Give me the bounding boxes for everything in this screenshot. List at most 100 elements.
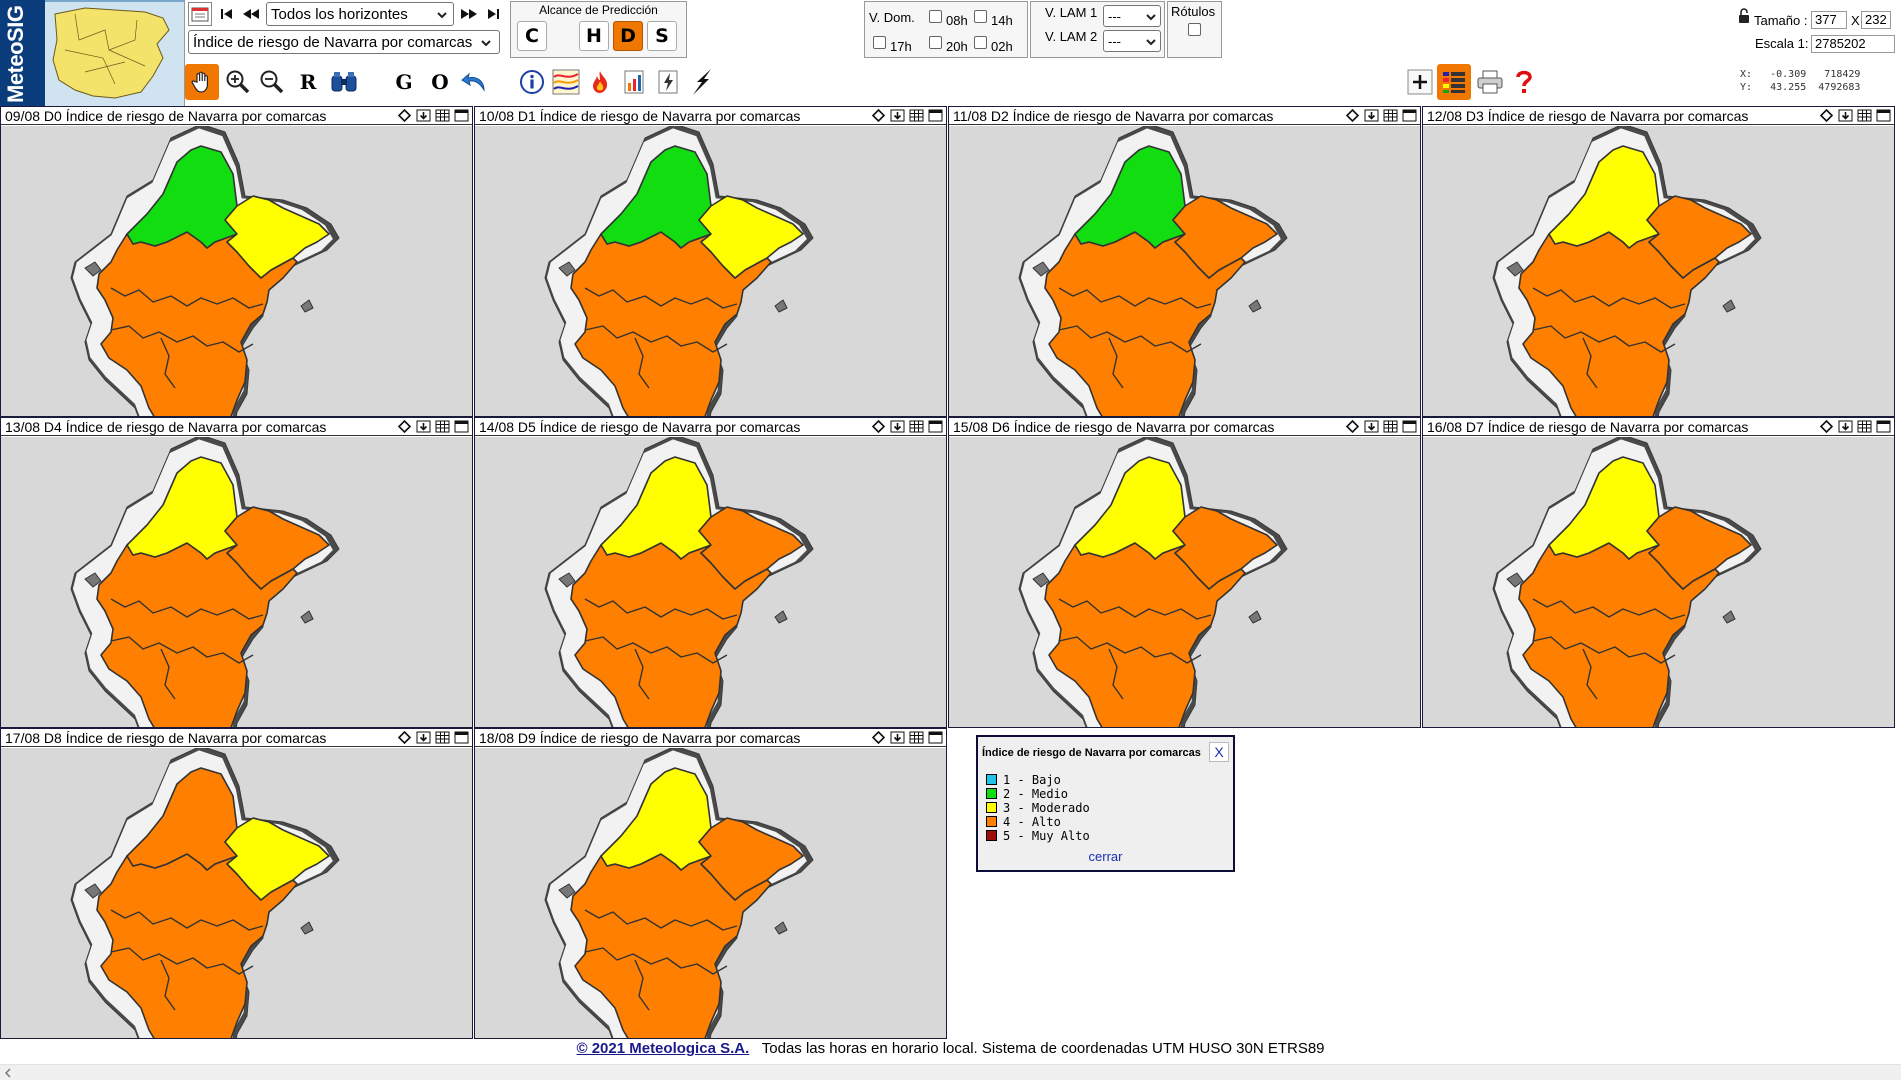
- lock-icon[interactable]: [1738, 8, 1750, 24]
- undo-tool[interactable]: [457, 64, 491, 100]
- legend-cerrar-link[interactable]: cerrar: [978, 849, 1233, 864]
- lightning-tool[interactable]: [685, 64, 719, 100]
- isolines-tool[interactable]: [549, 64, 583, 100]
- rewind-icon[interactable]: [240, 3, 262, 25]
- maximize-icon[interactable]: [453, 108, 470, 123]
- last-icon[interactable]: [482, 3, 504, 25]
- maximize-icon[interactable]: [453, 419, 470, 434]
- fast-forward-icon[interactable]: [458, 3, 480, 25]
- labels-checkbox[interactable]: [1188, 23, 1201, 36]
- panel-map[interactable]: [1, 437, 472, 727]
- move-icon[interactable]: [870, 419, 887, 434]
- scale-input[interactable]: 2785202: [1811, 35, 1895, 53]
- move-icon[interactable]: [870, 730, 887, 745]
- chart-tool[interactable]: [617, 64, 651, 100]
- table-icon[interactable]: [1382, 108, 1399, 123]
- move-icon[interactable]: [396, 419, 413, 434]
- hour-14-checkbox[interactable]: [974, 10, 987, 23]
- legend-close-button[interactable]: X: [1209, 742, 1229, 762]
- layer-select[interactable]: Índice de riesgo de Navarra por comarcas: [188, 30, 500, 54]
- panel-map[interactable]: [475, 748, 946, 1038]
- first-icon[interactable]: [216, 3, 238, 25]
- move-icon[interactable]: [1818, 108, 1835, 123]
- hour-08-checkbox[interactable]: [929, 10, 942, 23]
- table-icon[interactable]: [1382, 419, 1399, 434]
- table-icon[interactable]: [908, 419, 925, 434]
- help-tool[interactable]: [1507, 64, 1541, 100]
- size-width-input[interactable]: 377: [1811, 11, 1847, 29]
- horizon-select[interactable]: Todos los horizontes: [266, 2, 454, 26]
- download-icon[interactable]: [889, 730, 906, 745]
- panel-map[interactable]: [949, 126, 1420, 416]
- info-tool[interactable]: [515, 64, 549, 100]
- move-icon[interactable]: [1818, 419, 1835, 434]
- calendar-icon[interactable]: [188, 2, 212, 26]
- panel-map[interactable]: [475, 437, 946, 727]
- pan-hand-tool[interactable]: [185, 64, 219, 100]
- download-icon[interactable]: [415, 419, 432, 434]
- download-icon[interactable]: [1363, 419, 1380, 434]
- maximize-icon[interactable]: [927, 108, 944, 123]
- move-icon[interactable]: [396, 730, 413, 745]
- maximize-icon[interactable]: [1875, 419, 1892, 434]
- panel-map[interactable]: [1, 126, 472, 416]
- maximize-icon[interactable]: [453, 730, 470, 745]
- hour-14-label: 14h: [991, 13, 1013, 28]
- copyright-link[interactable]: © 2021 Meteologica S.A.: [576, 1040, 749, 1057]
- hour-02-checkbox[interactable]: [974, 36, 987, 49]
- table-icon[interactable]: [434, 419, 451, 434]
- g-tool[interactable]: G: [387, 64, 421, 100]
- move-icon[interactable]: [1344, 108, 1361, 123]
- move-icon[interactable]: [870, 108, 887, 123]
- size-height-input[interactable]: 232: [1861, 11, 1891, 29]
- hour-20-checkbox[interactable]: [929, 36, 942, 49]
- zoom-in-tool[interactable]: [221, 64, 255, 100]
- move-icon[interactable]: [396, 108, 413, 123]
- table-icon[interactable]: [434, 108, 451, 123]
- zoom-out-tool[interactable]: [255, 64, 289, 100]
- download-icon[interactable]: [1837, 419, 1854, 434]
- range-d-button[interactable]: D: [613, 21, 643, 51]
- table-icon[interactable]: [434, 730, 451, 745]
- panel-icons: [396, 419, 470, 435]
- search-tool[interactable]: [327, 64, 361, 100]
- table-icon[interactable]: [908, 108, 925, 123]
- horizontal-scrollbar[interactable]: [0, 1064, 1901, 1080]
- range-s-button[interactable]: S: [647, 21, 677, 51]
- maximize-icon[interactable]: [927, 730, 944, 745]
- o-tool[interactable]: O: [423, 64, 457, 100]
- storm-tool[interactable]: [651, 64, 685, 100]
- vlam1-select[interactable]: ---: [1103, 5, 1161, 27]
- hour-17-checkbox[interactable]: [873, 36, 886, 49]
- maximize-icon[interactable]: [1401, 419, 1418, 434]
- scroll-left-icon[interactable]: [3, 1066, 13, 1080]
- table-icon[interactable]: [1856, 108, 1873, 123]
- range-h-button[interactable]: H: [579, 21, 609, 51]
- print-tool[interactable]: [1473, 64, 1507, 100]
- download-icon[interactable]: [889, 108, 906, 123]
- vlam2-select[interactable]: ---: [1103, 30, 1161, 52]
- legend-tool[interactable]: [1437, 64, 1471, 100]
- table-icon[interactable]: [908, 730, 925, 745]
- maximize-icon[interactable]: [1875, 108, 1892, 123]
- download-icon[interactable]: [1363, 108, 1380, 123]
- download-icon[interactable]: [1837, 108, 1854, 123]
- maximize-icon[interactable]: [1401, 108, 1418, 123]
- toolbar: R G O: [185, 64, 1901, 102]
- reset-tool[interactable]: R: [291, 64, 325, 100]
- range-c-button[interactable]: C: [517, 21, 547, 51]
- download-icon[interactable]: [889, 419, 906, 434]
- panel-map[interactable]: [1423, 437, 1894, 727]
- panel-map[interactable]: [1, 748, 472, 1038]
- move-icon[interactable]: [1344, 419, 1361, 434]
- table-icon[interactable]: [1856, 419, 1873, 434]
- overview-map[interactable]: [45, 0, 185, 106]
- add-panel-tool[interactable]: [1403, 64, 1437, 100]
- panel-map[interactable]: [949, 437, 1420, 727]
- panel-map[interactable]: [475, 126, 946, 416]
- fire-tool[interactable]: [583, 64, 617, 100]
- download-icon[interactable]: [415, 730, 432, 745]
- download-icon[interactable]: [415, 108, 432, 123]
- maximize-icon[interactable]: [927, 419, 944, 434]
- panel-map[interactable]: [1423, 126, 1894, 416]
